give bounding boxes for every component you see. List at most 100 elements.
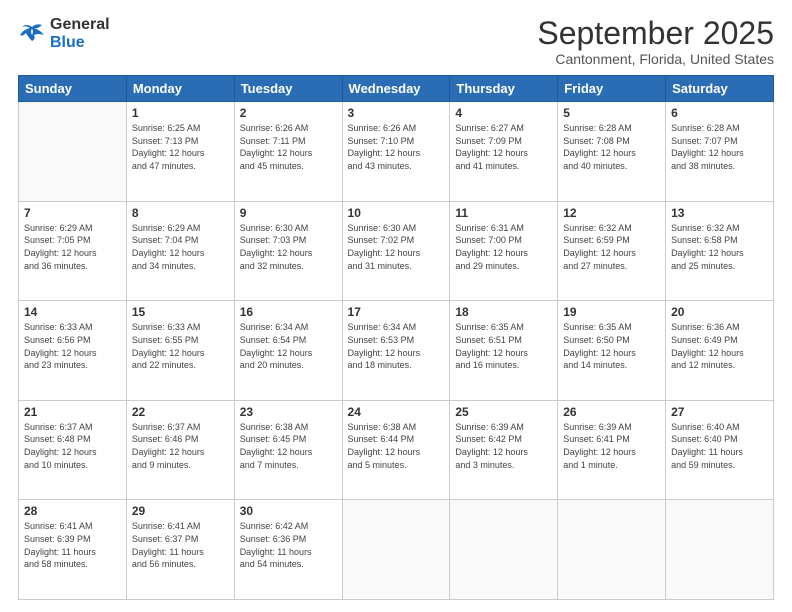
- calendar-cell: 7Sunrise: 6:29 AM Sunset: 7:05 PM Daylig…: [19, 201, 127, 301]
- calendar-cell: 17 Sunrise: 6:34 AM Sunset: 6:53 PM Dayli…: [342, 301, 450, 401]
- calendar-cell: [450, 500, 558, 600]
- day-info: Sunrise: 6:39 AM Sunset: 6:41 PM Dayligh…: [563, 421, 660, 471]
- day-number: 17: [348, 305, 445, 319]
- logo-blue: Blue: [50, 34, 85, 51]
- day-number: 26: [563, 405, 660, 419]
- calendar-cell: 26 Sunrise: 6:39 AM Sunset: 6:41 PM Dayli…: [558, 400, 666, 500]
- calendar-cell: 2 Sunrise: 6:26 AM Sunset: 7:11 PM Daylig…: [234, 102, 342, 202]
- calendar-cell: 27Sunrise: 6:40 AM Sunset: 6:40 PM Dayli…: [666, 400, 774, 500]
- col-wednesday: Wednesday: [342, 76, 450, 102]
- calendar-cell: [342, 500, 450, 600]
- calendar-cell: 19 Sunrise: 6:35 AM Sunset: 6:50 PM Dayli…: [558, 301, 666, 401]
- day-number: 20: [671, 305, 768, 319]
- day-number: 23: [240, 405, 337, 419]
- day-number: 30: [240, 504, 337, 518]
- day-info: Sunrise: 6:38 AM Sunset: 6:44 PM Dayligh…: [348, 421, 445, 471]
- calendar-cell: 16 Sunrise: 6:34 AM Sunset: 6:54 PM Dayli…: [234, 301, 342, 401]
- day-info: Sunrise: 6:32 AM Sunset: 6:58 PM Dayligh…: [671, 222, 768, 272]
- day-number: 29: [132, 504, 229, 518]
- day-info: Sunrise: 6:28 AM Sunset: 7:07 PM Dayligh…: [671, 122, 768, 172]
- calendar-cell: 25 Sunrise: 6:39 AM Sunset: 6:42 PM Dayli…: [450, 400, 558, 500]
- calendar-cell: 12 Sunrise: 6:32 AM Sunset: 6:59 PM Dayli…: [558, 201, 666, 301]
- day-number: 4: [455, 106, 552, 120]
- day-info: Sunrise: 6:35 AM Sunset: 6:51 PM Dayligh…: [455, 321, 552, 371]
- calendar-cell: 5 Sunrise: 6:28 AM Sunset: 7:08 PM Daylig…: [558, 102, 666, 202]
- day-info: Sunrise: 6:36 AM Sunset: 6:49 PM Dayligh…: [671, 321, 768, 371]
- day-number: 24: [348, 405, 445, 419]
- day-number: 8: [132, 206, 229, 220]
- logo-general: General: [50, 16, 110, 33]
- day-info: Sunrise: 6:37 AM Sunset: 6:46 PM Dayligh…: [132, 421, 229, 471]
- day-number: 19: [563, 305, 660, 319]
- calendar-cell: 23Sunrise: 6:38 AM Sunset: 6:45 PM Dayli…: [234, 400, 342, 500]
- calendar-week-row: 21 Sunrise: 6:37 AM Sunset: 6:48 PM Dayli…: [19, 400, 774, 500]
- calendar-week-row: 14Sunrise: 6:33 AM Sunset: 6:56 PM Dayli…: [19, 301, 774, 401]
- calendar-cell: 10 Sunrise: 6:30 AM Sunset: 7:02 PM Dayli…: [342, 201, 450, 301]
- col-monday: Monday: [126, 76, 234, 102]
- day-number: 6: [671, 106, 768, 120]
- day-info: Sunrise: 6:28 AM Sunset: 7:08 PM Dayligh…: [563, 122, 660, 172]
- calendar-week-row: 1Sunrise: 6:25 AM Sunset: 7:13 PM Daylig…: [19, 102, 774, 202]
- day-number: 2: [240, 106, 337, 120]
- calendar-cell: 6 Sunrise: 6:28 AM Sunset: 7:07 PM Daylig…: [666, 102, 774, 202]
- col-friday: Friday: [558, 76, 666, 102]
- location-subtitle: Cantonment, Florida, United States: [537, 51, 774, 67]
- logo: General Blue: [18, 16, 110, 51]
- day-info: Sunrise: 6:39 AM Sunset: 6:42 PM Dayligh…: [455, 421, 552, 471]
- day-number: 1: [132, 106, 229, 120]
- calendar-cell: 29Sunrise: 6:41 AM Sunset: 6:37 PM Dayli…: [126, 500, 234, 600]
- calendar-cell: 3Sunrise: 6:26 AM Sunset: 7:10 PM Daylig…: [342, 102, 450, 202]
- day-info: Sunrise: 6:41 AM Sunset: 6:39 PM Dayligh…: [24, 520, 121, 570]
- day-number: 22: [132, 405, 229, 419]
- day-info: Sunrise: 6:33 AM Sunset: 6:55 PM Dayligh…: [132, 321, 229, 371]
- calendar-header-row: Sunday Monday Tuesday Wednesday Thursday…: [19, 76, 774, 102]
- calendar-cell: 21 Sunrise: 6:37 AM Sunset: 6:48 PM Dayli…: [19, 400, 127, 500]
- day-info: Sunrise: 6:30 AM Sunset: 7:02 PM Dayligh…: [348, 222, 445, 272]
- calendar-cell: 22 Sunrise: 6:37 AM Sunset: 6:46 PM Dayli…: [126, 400, 234, 500]
- calendar-cell: [558, 500, 666, 600]
- day-number: 18: [455, 305, 552, 319]
- day-info: Sunrise: 6:27 AM Sunset: 7:09 PM Dayligh…: [455, 122, 552, 172]
- calendar-cell: [19, 102, 127, 202]
- day-info: Sunrise: 6:26 AM Sunset: 7:11 PM Dayligh…: [240, 122, 337, 172]
- day-number: 13: [671, 206, 768, 220]
- title-block: September 2025 Cantonment, Florida, Unit…: [537, 16, 774, 67]
- calendar-week-row: 7Sunrise: 6:29 AM Sunset: 7:05 PM Daylig…: [19, 201, 774, 301]
- calendar-cell: 24 Sunrise: 6:38 AM Sunset: 6:44 PM Dayli…: [342, 400, 450, 500]
- calendar-cell: 9 Sunrise: 6:30 AM Sunset: 7:03 PM Daylig…: [234, 201, 342, 301]
- calendar-cell: 4 Sunrise: 6:27 AM Sunset: 7:09 PM Daylig…: [450, 102, 558, 202]
- day-info: Sunrise: 6:30 AM Sunset: 7:03 PM Dayligh…: [240, 222, 337, 272]
- day-info: Sunrise: 6:33 AM Sunset: 6:56 PM Dayligh…: [24, 321, 121, 371]
- day-number: 21: [24, 405, 121, 419]
- calendar-cell: 15Sunrise: 6:33 AM Sunset: 6:55 PM Dayli…: [126, 301, 234, 401]
- calendar-cell: 28Sunrise: 6:41 AM Sunset: 6:39 PM Dayli…: [19, 500, 127, 600]
- day-info: Sunrise: 6:40 AM Sunset: 6:40 PM Dayligh…: [671, 421, 768, 471]
- calendar-cell: 30 Sunrise: 6:42 AM Sunset: 6:36 PM Dayli…: [234, 500, 342, 600]
- day-number: 9: [240, 206, 337, 220]
- day-info: Sunrise: 6:31 AM Sunset: 7:00 PM Dayligh…: [455, 222, 552, 272]
- col-sunday: Sunday: [19, 76, 127, 102]
- calendar-cell: 8Sunrise: 6:29 AM Sunset: 7:04 PM Daylig…: [126, 201, 234, 301]
- day-number: 25: [455, 405, 552, 419]
- calendar-cell: 13 Sunrise: 6:32 AM Sunset: 6:58 PM Dayli…: [666, 201, 774, 301]
- day-info: Sunrise: 6:34 AM Sunset: 6:53 PM Dayligh…: [348, 321, 445, 371]
- calendar-cell: [666, 500, 774, 600]
- day-info: Sunrise: 6:35 AM Sunset: 6:50 PM Dayligh…: [563, 321, 660, 371]
- day-number: 12: [563, 206, 660, 220]
- day-number: 16: [240, 305, 337, 319]
- calendar-cell: 14Sunrise: 6:33 AM Sunset: 6:56 PM Dayli…: [19, 301, 127, 401]
- day-number: 10: [348, 206, 445, 220]
- day-info: Sunrise: 6:37 AM Sunset: 6:48 PM Dayligh…: [24, 421, 121, 471]
- day-info: Sunrise: 6:32 AM Sunset: 6:59 PM Dayligh…: [563, 222, 660, 272]
- calendar-cell: 11 Sunrise: 6:31 AM Sunset: 7:00 PM Dayli…: [450, 201, 558, 301]
- day-number: 3: [348, 106, 445, 120]
- day-number: 11: [455, 206, 552, 220]
- day-info: Sunrise: 6:42 AM Sunset: 6:36 PM Dayligh…: [240, 520, 337, 570]
- calendar-week-row: 28Sunrise: 6:41 AM Sunset: 6:39 PM Dayli…: [19, 500, 774, 600]
- day-number: 5: [563, 106, 660, 120]
- logo-text: General Blue: [50, 16, 110, 51]
- calendar-cell: 20 Sunrise: 6:36 AM Sunset: 6:49 PM Dayli…: [666, 301, 774, 401]
- calendar-table: Sunday Monday Tuesday Wednesday Thursday…: [18, 75, 774, 600]
- logo-icon: [18, 23, 46, 45]
- day-info: Sunrise: 6:34 AM Sunset: 6:54 PM Dayligh…: [240, 321, 337, 371]
